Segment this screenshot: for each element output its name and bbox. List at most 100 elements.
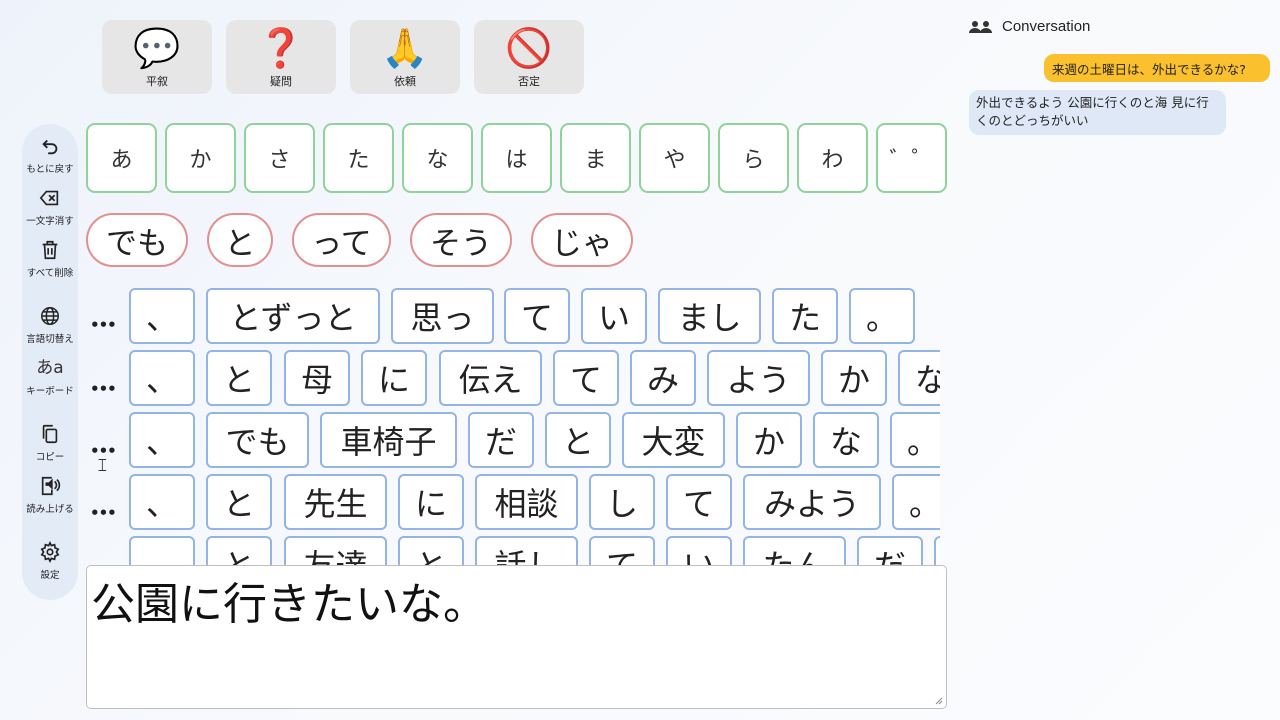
prediction-chip[interactable]: たん bbox=[743, 536, 846, 565]
partner-message-bubble: 来週の土曜日は、外出できるかな? bbox=[1044, 54, 1270, 82]
kana-key[interactable]: は bbox=[481, 123, 552, 193]
prediction-chip[interactable]: な bbox=[898, 350, 940, 406]
user-message-bubble: 外出できるよう 公園に行くのと海 見に行くのとどっちがいい bbox=[969, 90, 1226, 135]
prediction-chip[interactable]: まし bbox=[658, 288, 761, 344]
prediction-chip[interactable]: 話し bbox=[475, 536, 578, 565]
prediction-chip[interactable]: 。 bbox=[890, 412, 940, 468]
intent-question-button[interactable]: ❓ 疑問 bbox=[226, 20, 336, 94]
copy-button[interactable]: コピー bbox=[22, 422, 78, 463]
prediction-chip[interactable]: みよう bbox=[743, 474, 881, 530]
prediction-chip[interactable]: 相談 bbox=[475, 474, 578, 530]
kana-key[interactable]: た bbox=[323, 123, 394, 193]
more-options-icon[interactable]: ••• bbox=[90, 316, 117, 334]
question-mark-icon: ❓ bbox=[257, 25, 305, 70]
speech-bubble-icon: 💬 bbox=[133, 25, 181, 70]
connective-chip[interactable]: でも bbox=[86, 213, 188, 267]
language-switch-button[interactable]: 言語切替え bbox=[22, 304, 78, 345]
intent-label: 否定 bbox=[518, 74, 540, 88]
prediction-chip[interactable]: い bbox=[666, 536, 732, 565]
prediction-chip[interactable]: 大変 bbox=[622, 412, 725, 468]
prediction-chip[interactable]: と bbox=[206, 536, 272, 565]
prediction-chip[interactable]: し bbox=[589, 474, 655, 530]
intent-bar: 💬 平叙 ❓ 疑問 🙏 依頼 🚫 否定 bbox=[102, 20, 584, 94]
kana-key[interactable]: あ bbox=[86, 123, 157, 193]
prediction-chip[interactable]: と bbox=[206, 350, 272, 406]
resize-handle-icon[interactable] bbox=[933, 695, 943, 705]
prediction-chip[interactable]: と bbox=[545, 412, 611, 468]
language-switch-label: 言語切替え bbox=[26, 334, 74, 345]
prediction-chip[interactable]: 友達 bbox=[284, 536, 387, 565]
more-options-icon[interactable]: ••• bbox=[90, 380, 117, 398]
settings-button[interactable]: 設定 bbox=[22, 540, 78, 581]
backspace-icon bbox=[39, 190, 59, 206]
connective-row: でも と って そう じゃ bbox=[86, 213, 633, 267]
prediction-chip[interactable]: に bbox=[361, 350, 427, 406]
prediction-chip[interactable]: て bbox=[589, 536, 655, 565]
prediction-chip[interactable]: 。 bbox=[934, 536, 940, 565]
keyboard-label: キーボード bbox=[26, 386, 74, 397]
intent-negation-button[interactable]: 🚫 否定 bbox=[474, 20, 584, 94]
prediction-chip[interactable]: 、 bbox=[129, 474, 195, 530]
prediction-chip[interactable]: 、 bbox=[129, 536, 195, 565]
prediction-chip[interactable]: た bbox=[772, 288, 838, 344]
prediction-chip[interactable]: か bbox=[736, 412, 802, 468]
kana-key[interactable]: さ bbox=[244, 123, 315, 193]
keyboard-button[interactable]: あa キーボード bbox=[22, 356, 78, 397]
prediction-chip[interactable]: 、 bbox=[129, 412, 195, 468]
kana-key[interactable]: ま bbox=[560, 123, 631, 193]
prediction-chip[interactable]: 伝え bbox=[439, 350, 542, 406]
prediction-chip[interactable]: み bbox=[630, 350, 696, 406]
prohibited-icon: 🚫 bbox=[505, 25, 553, 70]
prediction-chip[interactable]: 。 bbox=[892, 474, 940, 530]
copy-label: コピー bbox=[35, 452, 65, 463]
prediction-chip[interactable]: 、 bbox=[129, 288, 195, 344]
connective-chip[interactable]: じゃ bbox=[531, 213, 633, 267]
backspace-button[interactable]: 一文字消す bbox=[22, 186, 78, 227]
intent-request-button[interactable]: 🙏 依頼 bbox=[350, 20, 460, 94]
prediction-chip[interactable]: と bbox=[206, 474, 272, 530]
people-icon bbox=[969, 20, 992, 33]
prediction-chip[interactable]: 母 bbox=[284, 350, 350, 406]
message-text: 公園に行きたいな。 bbox=[91, 579, 487, 630]
prediction-chip[interactable]: 。 bbox=[849, 288, 915, 344]
prediction-row: ••• 、 とずっと 思っ て い まし た 。 bbox=[86, 288, 940, 344]
intent-statement-button[interactable]: 💬 平叙 bbox=[102, 20, 212, 94]
prediction-chip[interactable]: か bbox=[821, 350, 887, 406]
message-text-area[interactable]: 公園に行きたいな。 bbox=[86, 565, 947, 709]
prediction-chip[interactable]: とずっと bbox=[206, 288, 380, 344]
connective-chip[interactable]: って bbox=[292, 213, 391, 267]
kana-key[interactable]: わ bbox=[797, 123, 868, 193]
kana-key[interactable]: ら bbox=[718, 123, 789, 193]
prediction-chip[interactable]: だ bbox=[468, 412, 534, 468]
prediction-chip[interactable]: 、 bbox=[129, 350, 195, 406]
prediction-chip[interactable]: だ bbox=[857, 536, 923, 565]
prediction-chip[interactable]: て bbox=[666, 474, 732, 530]
prediction-chip[interactable]: て bbox=[553, 350, 619, 406]
prediction-chip[interactable]: よう bbox=[707, 350, 810, 406]
conversation-title: Conversation bbox=[1002, 18, 1091, 35]
undo-icon bbox=[42, 139, 58, 155]
intent-label: 疑問 bbox=[270, 74, 292, 88]
dakuten-key[interactable]: ゛゜ bbox=[876, 123, 947, 193]
more-options-icon[interactable]: ••• bbox=[90, 504, 117, 522]
prediction-row: ••• 、 と 母 に 伝え て み よう か な bbox=[86, 350, 940, 406]
undo-button[interactable]: もとに戻す bbox=[22, 134, 78, 175]
read-aloud-button[interactable]: 読み上げる bbox=[22, 474, 78, 515]
prediction-chip[interactable]: 車椅子 bbox=[320, 412, 457, 468]
globe-icon bbox=[41, 307, 59, 325]
trash-icon bbox=[42, 240, 58, 260]
prediction-chip[interactable]: でも bbox=[206, 412, 309, 468]
prediction-chip[interactable]: 先生 bbox=[284, 474, 387, 530]
prediction-chip[interactable]: い bbox=[581, 288, 647, 344]
prediction-chip[interactable]: 思っ bbox=[391, 288, 494, 344]
prediction-chip[interactable]: な bbox=[813, 412, 879, 468]
kana-key[interactable]: や bbox=[639, 123, 710, 193]
connective-chip[interactable]: と bbox=[207, 213, 273, 267]
delete-all-button[interactable]: すべて削除 bbox=[22, 238, 78, 279]
prediction-chip[interactable]: に bbox=[398, 474, 464, 530]
kana-key[interactable]: か bbox=[165, 123, 236, 193]
connective-chip[interactable]: そう bbox=[410, 213, 512, 267]
prediction-chip[interactable]: て bbox=[504, 288, 570, 344]
prediction-chip[interactable]: と bbox=[398, 536, 464, 565]
kana-key[interactable]: な bbox=[402, 123, 473, 193]
